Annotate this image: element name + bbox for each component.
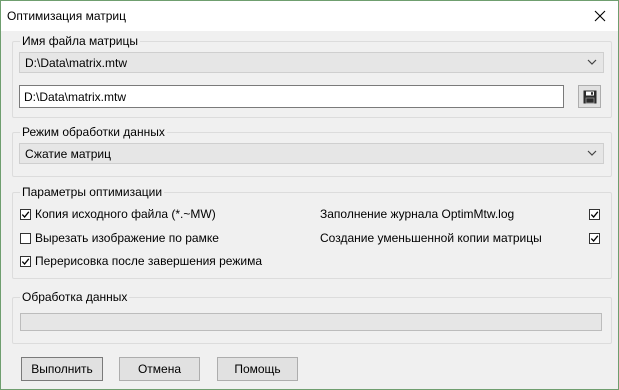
file-path-input[interactable] bbox=[19, 85, 564, 108]
crop-image-checkbox-box[interactable] bbox=[20, 232, 31, 244]
reduced-copy-checkbox-box[interactable] bbox=[589, 232, 600, 244]
processing-group-legend: Обработка данных bbox=[20, 290, 130, 304]
mode-combobox-value: Сжатие матриц bbox=[25, 147, 111, 161]
chevron-down-icon bbox=[587, 59, 597, 65]
file-name-group-legend: Имя файла матрицы bbox=[20, 34, 140, 48]
redraw-after-checkbox-box[interactable] bbox=[20, 255, 31, 267]
run-button[interactable]: Выполнить bbox=[21, 357, 103, 381]
title-bar: Оптимизация матриц bbox=[1, 1, 618, 31]
options-group-legend: Параметры оптимизации bbox=[20, 185, 165, 199]
mode-group-legend: Режим обработки данных bbox=[20, 125, 167, 139]
mode-combobox[interactable]: Сжатие матриц bbox=[19, 143, 604, 164]
reduced-copy-checkbox[interactable] bbox=[589, 230, 600, 246]
cancel-button[interactable]: Отмена bbox=[119, 357, 200, 381]
crop-image-checkbox[interactable]: Вырезать изображение по рамке bbox=[20, 230, 219, 246]
copy-source-checkbox-box[interactable] bbox=[20, 208, 31, 220]
fill-log-checkbox-box[interactable] bbox=[589, 208, 600, 220]
save-file-button[interactable] bbox=[578, 85, 601, 108]
reduced-copy-label: Создание уменьшенной копии матрицы bbox=[320, 231, 542, 245]
fill-log-label: Заполнение журнала OptimMtw.log bbox=[320, 207, 515, 221]
fill-log-checkbox[interactable] bbox=[589, 206, 600, 222]
processing-progress-bar bbox=[20, 313, 602, 331]
checkmark-icon bbox=[590, 210, 599, 218]
checkmark-icon bbox=[590, 234, 599, 242]
redraw-after-label: Перерисовка после завершения режима bbox=[35, 254, 263, 268]
file-path-combobox[interactable]: D:\Data\matrix.mtw bbox=[19, 52, 604, 73]
file-path-input-field[interactable] bbox=[20, 86, 563, 107]
redraw-after-checkbox[interactable]: Перерисовка после завершения режима bbox=[20, 253, 262, 269]
save-floppy-icon bbox=[583, 90, 596, 103]
file-path-combobox-value: D:\Data\matrix.mtw bbox=[25, 56, 128, 70]
checkmark-icon bbox=[21, 257, 30, 265]
dialog-window: Оптимизация матриц Имя файла матрицы D:\… bbox=[0, 0, 619, 390]
close-button[interactable] bbox=[583, 4, 617, 28]
help-button[interactable]: Помощь bbox=[217, 357, 298, 381]
close-icon bbox=[594, 10, 606, 22]
checkmark-icon bbox=[21, 210, 30, 218]
copy-source-label: Копия исходного файла (*.~MW) bbox=[35, 207, 216, 221]
window-title: Оптимизация матриц bbox=[7, 9, 126, 23]
chevron-down-icon bbox=[587, 150, 597, 156]
crop-image-label: Вырезать изображение по рамке bbox=[35, 231, 219, 245]
copy-source-checkbox[interactable]: Копия исходного файла (*.~MW) bbox=[20, 206, 216, 222]
